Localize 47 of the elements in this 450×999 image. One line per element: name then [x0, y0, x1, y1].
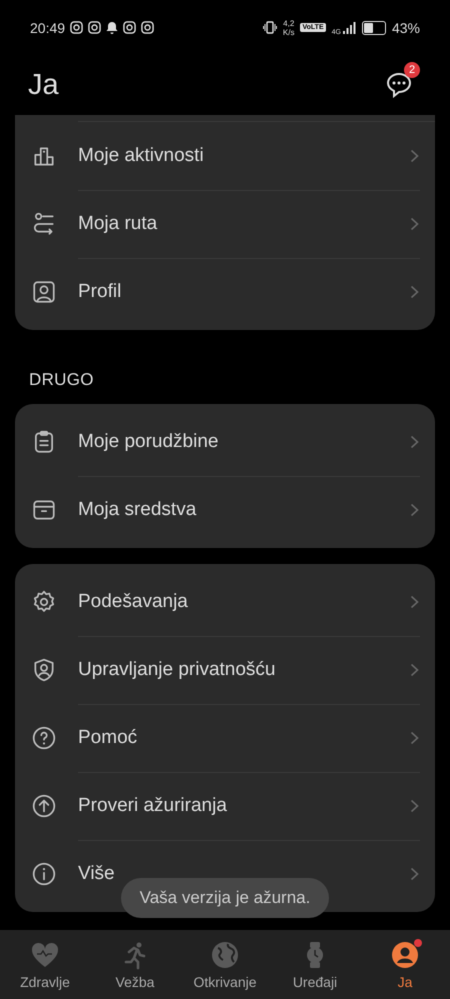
menu-item[interactable]: Proveri ažuriranja — [15, 772, 435, 840]
menu-item[interactable]: Moja ruta — [15, 190, 435, 258]
battery-percent: 43% — [392, 20, 420, 36]
chevron-icon — [410, 663, 419, 677]
menu-item[interactable]: Moje porudžbine — [15, 408, 435, 476]
menu-item[interactable]: Moje aktivnosti — [15, 122, 435, 190]
bell-icon — [106, 21, 118, 34]
clock-time: 20:49 — [30, 20, 66, 36]
page-title: Ja — [28, 68, 59, 102]
chevron-icon — [410, 867, 419, 881]
info-icon — [31, 861, 57, 887]
vibrate-icon — [262, 21, 277, 34]
menu-item[interactable]: Profil — [15, 258, 435, 326]
nav-tab[interactable]: Zdravlje — [0, 930, 90, 999]
profile-icon — [31, 279, 57, 305]
nav-tab[interactable]: Uređaji — [270, 930, 360, 999]
chevron-icon — [410, 285, 419, 299]
camera-app-icon — [88, 21, 102, 34]
chevron-icon — [410, 217, 419, 231]
chevron-icon — [410, 435, 419, 449]
notification-badge: 2 — [404, 62, 420, 78]
chevron-icon — [410, 731, 419, 745]
chevron-icon — [410, 503, 419, 517]
chevron-icon — [410, 799, 419, 813]
signal-icon — [342, 22, 356, 34]
speed-unit: K/s — [282, 28, 294, 36]
globe-icon — [210, 940, 240, 970]
camera-app-icon — [70, 21, 84, 34]
update-toast: Vaša verzija je ažurna. — [120, 878, 330, 918]
menu-item[interactable]: Pomoć — [15, 704, 435, 772]
help-icon — [31, 725, 57, 751]
upload-icon — [31, 793, 57, 819]
chevron-icon — [410, 149, 419, 163]
section-heading: DRUGO — [28, 369, 95, 391]
chevron-icon — [410, 595, 419, 609]
camera-app-icon — [141, 21, 154, 34]
nav-tab[interactable]: Otkrivanje — [180, 930, 270, 999]
menu-item[interactable]: Podešavanja — [15, 568, 435, 636]
speed-value: 4,2 — [283, 18, 294, 28]
settings-icon — [31, 589, 57, 615]
nav-tab[interactable]: Vežba — [90, 930, 180, 999]
person-icon — [390, 940, 420, 970]
menu-item[interactable]: Moja sredstva — [15, 476, 435, 544]
camera-app-icon — [123, 21, 136, 34]
menu-item[interactable]: Upravljanje privatnošću — [15, 636, 435, 704]
nav-tab[interactable]: Ja — [360, 930, 450, 999]
battery-icon — [362, 20, 386, 34]
